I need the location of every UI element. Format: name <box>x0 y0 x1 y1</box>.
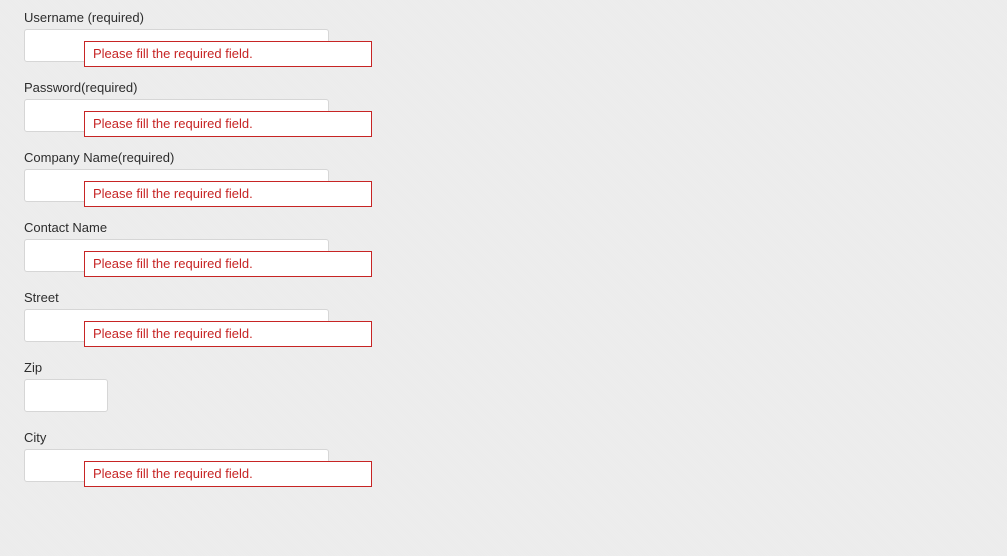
zip-input[interactable] <box>24 379 108 412</box>
street-input-wrap: Please fill the required field. <box>24 309 1007 342</box>
field-contact: Contact Name Please fill the required fi… <box>24 220 1007 272</box>
field-username: Username (required) Please fill the requ… <box>24 10 1007 62</box>
field-zip: Zip <box>24 360 1007 412</box>
password-input-wrap: Please fill the required field. <box>24 99 1007 132</box>
field-city: City Please fill the required field. <box>24 430 1007 482</box>
street-error: Please fill the required field. <box>84 321 372 347</box>
username-error: Please fill the required field. <box>84 41 372 67</box>
street-label: Street <box>24 290 1007 305</box>
contact-label: Contact Name <box>24 220 1007 235</box>
city-label: City <box>24 430 1007 445</box>
username-input-wrap: Please fill the required field. <box>24 29 1007 62</box>
city-error: Please fill the required field. <box>84 461 372 487</box>
field-password: Password(required) Please fill the requi… <box>24 80 1007 132</box>
company-input-wrap: Please fill the required field. <box>24 169 1007 202</box>
field-company: Company Name(required) Please fill the r… <box>24 150 1007 202</box>
username-label: Username (required) <box>24 10 1007 25</box>
password-error: Please fill the required field. <box>84 111 372 137</box>
city-input-wrap: Please fill the required field. <box>24 449 1007 482</box>
company-label: Company Name(required) <box>24 150 1007 165</box>
contact-input-wrap: Please fill the required field. <box>24 239 1007 272</box>
zip-label: Zip <box>24 360 1007 375</box>
field-street: Street Please fill the required field. <box>24 290 1007 342</box>
company-error: Please fill the required field. <box>84 181 372 207</box>
contact-error: Please fill the required field. <box>84 251 372 277</box>
zip-input-wrap <box>24 379 1007 412</box>
password-label: Password(required) <box>24 80 1007 95</box>
